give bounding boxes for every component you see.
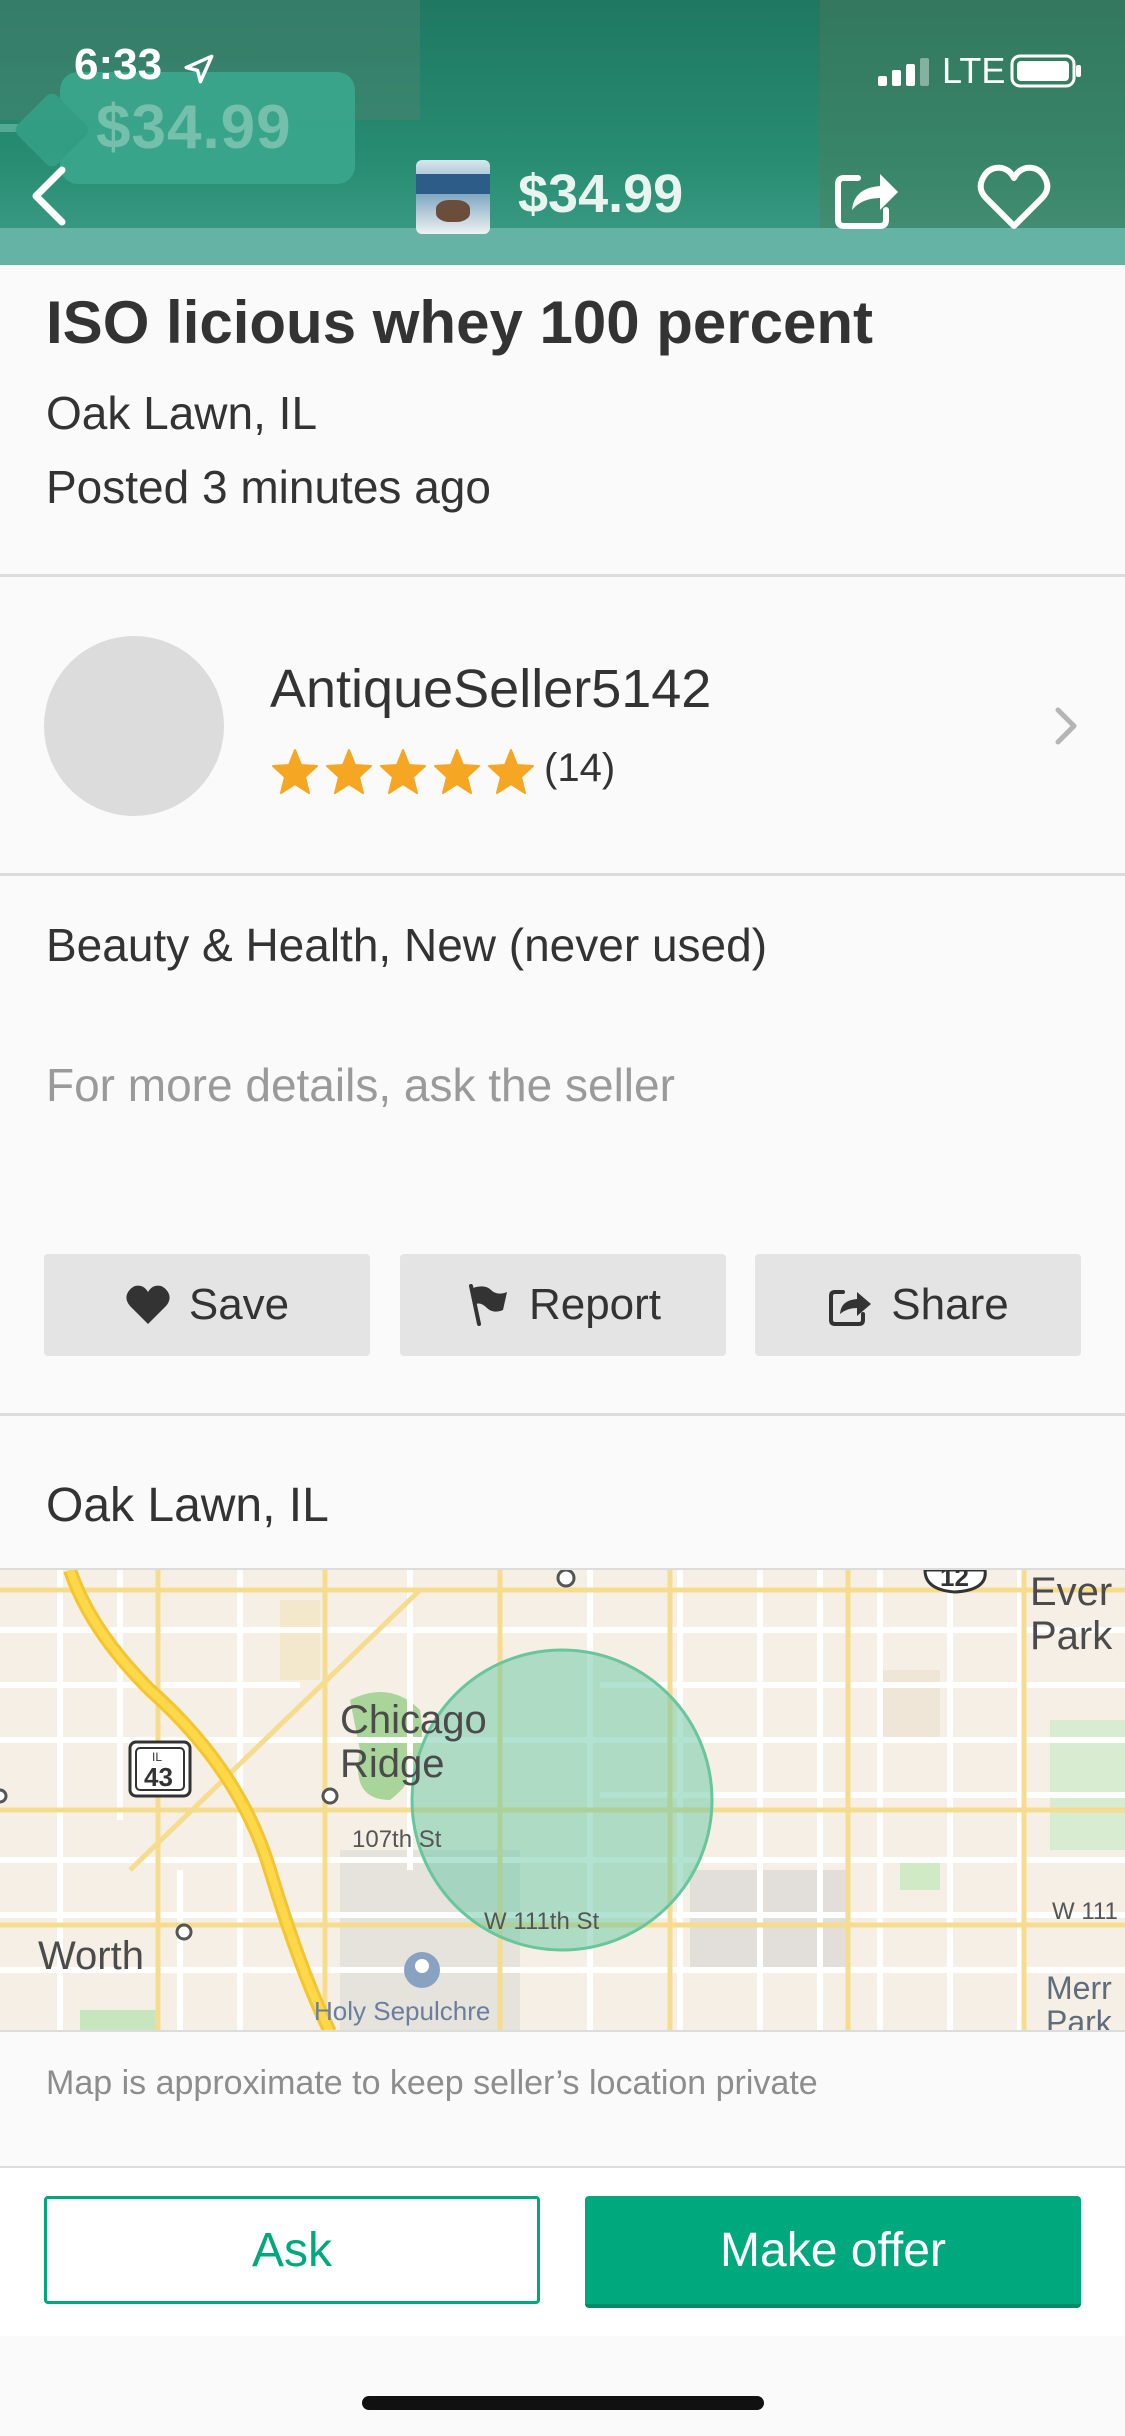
listing-thumbnail	[416, 160, 490, 234]
map-label-ever: Ever	[1030, 1570, 1113, 1614]
share-icon[interactable]	[830, 160, 902, 232]
listing-header: $34.99 6:33 LTE $34.99	[0, 0, 1125, 265]
star-icon	[272, 749, 318, 794]
header-price: $34.99	[518, 164, 684, 224]
map-streets	[0, 1570, 1125, 2032]
seller-avatar[interactable]	[44, 636, 224, 816]
map-label-chicago: Chicago	[340, 1698, 487, 1742]
star-icon	[380, 749, 426, 794]
route-shield-43: 43	[144, 1762, 173, 1792]
posted-time: Posted 3 minutes ago	[46, 461, 491, 513]
seller-name[interactable]: AntiqueSeller5142	[270, 658, 711, 720]
thumbnail-label-band	[416, 174, 490, 194]
map-label-worth: Worth	[38, 1934, 144, 1978]
map-label-107th: 107th St	[352, 1826, 442, 1853]
share-label: Share	[891, 1280, 1009, 1329]
category-condition: Beauty & Health, New (never used)	[46, 919, 768, 971]
map-label-ridge: Ridge	[340, 1742, 445, 1786]
home-indicator[interactable]	[362, 2396, 764, 2410]
divider	[0, 2030, 1125, 2032]
route-shield-12: 12	[940, 1570, 969, 1592]
map-privacy-note: Map is approximate to keep seller’s loca…	[46, 2064, 818, 2102]
map-label-holy-sepulchre: Holy Sepulchre	[314, 1996, 491, 2026]
favorite-heart-icon[interactable]	[976, 160, 1052, 232]
ask-button[interactable]: Ask	[44, 2196, 540, 2304]
map-label-park-top: Park	[1030, 1614, 1113, 1658]
back-chevron-icon[interactable]	[20, 160, 80, 232]
report-button[interactable]: Report	[400, 1254, 726, 1356]
battery-icon	[1010, 54, 1081, 88]
price-tag-text: $34.99	[96, 93, 292, 162]
star-icon	[434, 749, 480, 794]
review-count: (14)	[544, 746, 616, 790]
star-icon	[488, 749, 534, 794]
star-icon	[326, 749, 372, 794]
location-map[interactable]: Chicago Ridge Worth 107th St W 111th St …	[0, 1570, 1125, 2032]
share-button[interactable]: Share	[755, 1254, 1081, 1356]
share-icon	[829, 1290, 872, 1326]
signal-icon	[878, 58, 929, 86]
seller-rating-stars	[268, 746, 538, 796]
divider	[0, 873, 1125, 876]
save-label: Save	[188, 1280, 290, 1329]
make-offer-button[interactable]: Make offer	[585, 2196, 1081, 2308]
map-label-w111-edge: W 111	[1052, 1898, 1118, 1925]
save-button[interactable]: Save	[44, 1254, 370, 1356]
network-label: LTE	[942, 50, 1006, 91]
listing-location: Oak Lawn, IL	[46, 387, 318, 439]
map-label-merr: Merr	[1046, 1970, 1112, 2006]
map-location-title: Oak Lawn, IL	[46, 1479, 329, 1532]
heart-icon	[126, 1285, 170, 1324]
thumbnail-product	[436, 200, 470, 222]
map-label-111th: W 111th St	[484, 1908, 600, 1935]
header-bottom-strip	[0, 228, 1125, 265]
flag-icon	[468, 1284, 507, 1326]
description-placeholder: For more details, ask the seller	[46, 1059, 675, 1111]
map-label-park-bottom: Park	[1046, 2004, 1112, 2032]
location-arrow-icon	[184, 54, 214, 84]
listing-title: ISO licious whey 100 percent	[46, 289, 873, 356]
status-time: 6:33	[74, 40, 163, 89]
report-label: Report	[528, 1280, 662, 1329]
chevron-right-icon[interactable]	[1046, 702, 1086, 750]
divider	[0, 1413, 1125, 1416]
